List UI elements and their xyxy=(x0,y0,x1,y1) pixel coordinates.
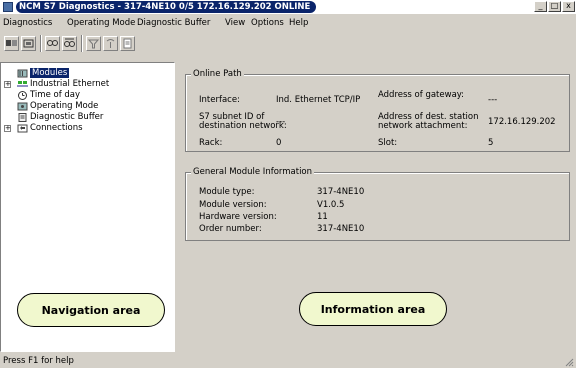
online-path-title: Online Path xyxy=(191,69,244,79)
connect-icon[interactable] xyxy=(4,36,19,51)
module-icon xyxy=(17,69,28,78)
menu-diagnostic-buffer[interactable]: Diagnostic Buffer xyxy=(137,17,210,29)
tree-item-connections[interactable]: Connections xyxy=(30,123,83,133)
status-bar: Press F1 for help xyxy=(0,353,576,368)
dest-address-label-line2: network attachment: xyxy=(378,121,468,131)
gateway-value: --- xyxy=(488,95,498,105)
toolbar-separator xyxy=(40,35,42,52)
filter-icon[interactable] xyxy=(86,36,101,51)
gateway-label: Address of gateway: xyxy=(378,90,465,100)
toolbar xyxy=(0,31,576,61)
slot-value: 5 xyxy=(488,138,494,148)
navigation-tree[interactable]: Modules + Industrial Ethernet Time of da… xyxy=(0,62,175,352)
information-area-callout: Information area xyxy=(299,292,447,326)
mode-icon xyxy=(17,102,28,111)
multi-icon-a[interactable] xyxy=(45,36,60,51)
order-number-label: Order number: xyxy=(199,224,262,234)
tree-item-modules[interactable]: Modules xyxy=(30,68,70,78)
tree-item-operating-mode[interactable]: Operating Mode xyxy=(30,101,98,111)
hardware-version-value: 11 xyxy=(317,212,328,222)
online-path-group: Online Path Interface: Ind. Ethernet TCP… xyxy=(185,69,570,152)
tree-item-diagnostic-buffer[interactable]: Diagnostic Buffer xyxy=(30,112,103,122)
application-window: NCM S7 Diagnostics - 317-4NE10 0/5 172.1… xyxy=(0,0,576,368)
tree-item-industrial-ethernet[interactable]: Industrial Ethernet xyxy=(30,79,109,89)
module-info-group: General Module Information Module type: … xyxy=(185,167,570,241)
signal-icon[interactable] xyxy=(103,36,118,51)
rack-label: Rack: xyxy=(199,138,223,148)
subnet-label-line2: destination network: xyxy=(199,121,287,131)
module-type-value: 317-4NE10 xyxy=(317,187,365,197)
order-number-value: 317-4NE10 xyxy=(317,224,365,234)
tree-item-time-of-day[interactable]: Time of day xyxy=(30,90,80,100)
information-pane: Online Path Interface: Ind. Ethernet TCP… xyxy=(179,62,576,352)
network-icon xyxy=(17,80,28,89)
toolbar-separator xyxy=(81,35,83,52)
module-type-label: Module type: xyxy=(199,187,255,197)
title-bar[interactable]: NCM S7 Diagnostics - 317-4NE10 0/5 172.1… xyxy=(0,0,576,14)
rack-value: 0 xyxy=(276,138,282,148)
connections-icon xyxy=(17,124,28,133)
window-title: NCM S7 Diagnostics - 317-4NE10 0/5 172.1… xyxy=(16,1,317,13)
menu-help[interactable]: Help xyxy=(289,17,308,29)
multi-icon-b[interactable] xyxy=(62,36,77,51)
module-version-label: Module version: xyxy=(199,200,267,210)
menu-options[interactable]: Options xyxy=(251,17,284,29)
resize-grip-icon[interactable] xyxy=(564,357,574,367)
dest-address-value: 172.16.129.202 xyxy=(488,117,556,127)
status-text: Press F1 for help xyxy=(3,356,74,366)
disconnect-icon[interactable] xyxy=(21,36,36,51)
slot-label: Slot: xyxy=(378,138,398,148)
menu-view[interactable]: View xyxy=(225,17,245,29)
menu-diagnostics[interactable]: Diagnostics xyxy=(3,17,52,29)
app-icon xyxy=(3,2,13,12)
navigation-area-callout: Navigation area xyxy=(17,293,165,327)
minimize-button[interactable]: _ xyxy=(534,1,547,12)
buffer-icon xyxy=(17,113,28,122)
hardware-version-label: Hardware version: xyxy=(199,212,277,222)
module-version-value: V1.0.5 xyxy=(317,200,345,210)
maximize-button[interactable]: □ xyxy=(548,1,561,12)
close-button[interactable]: x xyxy=(562,1,575,12)
expand-icon[interactable]: + xyxy=(4,125,11,132)
menu-bar: Diagnostics Operating Mode Diagnostic Bu… xyxy=(0,16,576,30)
menu-operating-mode[interactable]: Operating Mode xyxy=(67,17,135,29)
expand-icon[interactable]: + xyxy=(4,81,11,88)
clock-icon xyxy=(17,91,28,100)
subnet-value: --- xyxy=(276,117,286,127)
document-icon[interactable] xyxy=(120,36,135,51)
interface-label: Interface: xyxy=(199,95,240,105)
interface-value: Ind. Ethernet TCP/IP xyxy=(276,95,361,105)
module-info-title: General Module Information xyxy=(191,167,315,177)
